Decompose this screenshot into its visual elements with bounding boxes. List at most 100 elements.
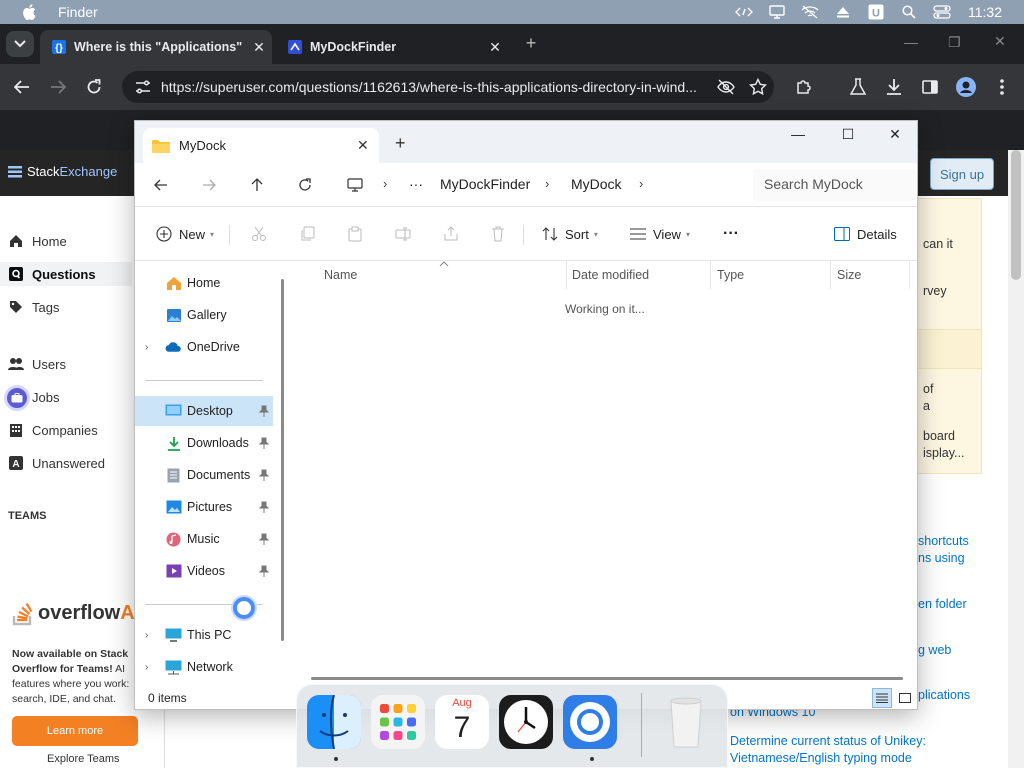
breadcrumb-chevron-icon[interactable]: › — [639, 176, 643, 191]
eye-off-icon[interactable] — [717, 79, 735, 95]
new-tab-button[interactable]: + — [395, 133, 406, 154]
overflow-ai-logo[interactable]: overflow AI — [12, 600, 140, 626]
sign-up-button[interactable]: Sign up — [930, 158, 994, 190]
clock-icon[interactable] — [499, 695, 553, 749]
pin-icon[interactable] — [259, 469, 269, 481]
nav-desktop[interactable]: Desktop — [135, 396, 273, 426]
breadcrumb-mydockfinder[interactable]: MyDockFinder — [440, 176, 530, 192]
nav-onedrive[interactable]: › OneDrive — [135, 332, 273, 362]
column-separator[interactable] — [909, 261, 910, 289]
view-button[interactable]: View ▾ — [629, 224, 690, 244]
forward-icon[interactable] — [48, 77, 68, 97]
column-header-date-modified[interactable]: Date modified — [572, 268, 649, 282]
menubar-clock[interactable]: 11:32 — [968, 4, 1002, 20]
nav-tags[interactable]: Tags — [8, 295, 59, 319]
nav-network[interactable]: › Network — [135, 652, 273, 682]
side-panel-icon[interactable] — [920, 77, 940, 97]
tab-search-button[interactable] — [6, 31, 34, 57]
details-button[interactable]: Details — [833, 224, 897, 244]
reload-icon[interactable] — [84, 77, 104, 97]
wifi-off-icon[interactable] — [793, 0, 826, 24]
close-tab-icon[interactable]: ✕ — [250, 38, 268, 56]
breadcrumb-chevron-icon[interactable]: › — [383, 176, 387, 191]
cut-icon[interactable] — [251, 224, 267, 244]
forward-icon[interactable] — [199, 175, 219, 195]
share-icon[interactable] — [443, 224, 459, 244]
related-link[interactable]: Vietnamese/English typing mode — [730, 751, 912, 765]
sidebar-text[interactable]: a — [923, 399, 930, 413]
breadcrumb-more[interactable]: ··· — [409, 176, 423, 192]
page-scrollbar[interactable] — [1008, 150, 1024, 768]
chevron-right-icon[interactable]: › — [145, 630, 159, 641]
bookmark-star-icon[interactable] — [749, 78, 767, 96]
explore-teams-link[interactable]: Explore Teams — [47, 753, 120, 765]
learn-more-button[interactable]: Learn more — [12, 716, 138, 746]
nav-gallery[interactable]: Gallery — [135, 300, 273, 330]
search-box[interactable] — [753, 169, 917, 201]
nav-questions[interactable]: Questions — [0, 262, 132, 286]
pin-icon[interactable] — [259, 501, 269, 513]
address-bar[interactable]: https://superuser.com/questions/1162613/… — [122, 71, 774, 103]
breadcrumb-chevron-icon[interactable]: › — [545, 176, 549, 191]
display-icon[interactable] — [760, 0, 793, 24]
sidebar-text[interactable]: can it — [923, 237, 953, 251]
column-header-name[interactable]: Name — [324, 268, 357, 282]
nav-home[interactable]: Home — [135, 268, 273, 298]
profile-avatar-icon[interactable] — [956, 77, 976, 97]
nav-music[interactable]: Music — [135, 524, 273, 554]
this-pc-icon[interactable] — [345, 175, 365, 195]
breadcrumb-mydock[interactable]: MyDock — [571, 176, 622, 192]
app-name[interactable]: Finder — [58, 4, 98, 20]
maximize-icon[interactable]: ☐ — [825, 126, 871, 143]
browser-tab-mydockfinder[interactable]: MyDockFinder ✕ — [276, 30, 514, 64]
nav-videos[interactable]: Videos — [135, 556, 273, 586]
labs-flask-icon[interactable] — [848, 77, 868, 97]
sort-button[interactable]: Sort ▾ — [541, 224, 598, 244]
paste-icon[interactable] — [347, 224, 363, 244]
column-header-type[interactable]: Type — [717, 268, 744, 282]
sidebar-text[interactable]: isplay... — [923, 446, 964, 460]
related-link[interactable]: en folder — [918, 597, 967, 611]
finder-icon[interactable] — [307, 695, 361, 749]
nav-home[interactable]: Home — [8, 229, 67, 253]
column-header-size[interactable]: Size — [837, 268, 861, 282]
launchpad-icon[interactable] — [371, 695, 425, 749]
minimize-icon[interactable]: — — [904, 34, 918, 50]
more-options-button[interactable]: ··· — [723, 224, 739, 244]
chevron-right-icon[interactable]: › — [145, 662, 159, 673]
scrollbar-thumb[interactable] — [1011, 150, 1021, 280]
related-link[interactable]: g web — [918, 643, 951, 657]
pin-icon[interactable] — [259, 437, 269, 449]
up-arrow-icon[interactable] — [247, 175, 267, 195]
pin-icon[interactable] — [259, 565, 269, 577]
extensions-icon[interactable] — [794, 77, 814, 97]
chevron-right-icon[interactable]: › — [145, 342, 159, 353]
related-link[interactable]: Determine current status of Unikey: — [730, 734, 926, 748]
eject-icon[interactable] — [826, 0, 859, 24]
sidebar-text[interactable]: board — [923, 429, 955, 443]
column-separator[interactable] — [710, 261, 711, 289]
copy-icon[interactable] — [299, 224, 315, 244]
related-link[interactable]: shortcuts — [918, 534, 969, 548]
search-icon[interactable] — [892, 0, 925, 24]
nav-companies[interactable]: Companies — [8, 418, 98, 442]
details-view-icon[interactable] — [872, 688, 892, 708]
trash-icon[interactable] — [659, 695, 713, 749]
url-text[interactable]: https://superuser.com/questions/1162613/… — [161, 79, 709, 95]
related-link[interactable]: plications — [918, 688, 970, 702]
calendar-icon[interactable]: Aug 7 — [435, 695, 489, 749]
pin-icon[interactable] — [259, 405, 269, 417]
pin-icon[interactable] — [259, 533, 269, 545]
minimize-icon[interactable]: — — [775, 126, 821, 142]
rename-icon[interactable] — [395, 224, 411, 244]
back-icon[interactable] — [12, 77, 32, 97]
close-window-icon[interactable]: ✕ — [994, 33, 1006, 50]
related-link[interactable]: ns using — [918, 551, 965, 565]
explorer-tab[interactable]: MyDock ✕ — [143, 128, 379, 163]
close-window-icon[interactable]: ✕ — [872, 126, 918, 143]
close-tab-icon[interactable]: ✕ — [486, 38, 504, 56]
browser-tab-superuser[interactable]: {} Where is this "Applications" Di ✕ — [40, 30, 272, 64]
horizontal-scrollbar[interactable] — [311, 677, 903, 680]
nav-pictures[interactable]: Pictures — [135, 492, 273, 522]
restore-icon[interactable]: ❐ — [948, 34, 961, 51]
